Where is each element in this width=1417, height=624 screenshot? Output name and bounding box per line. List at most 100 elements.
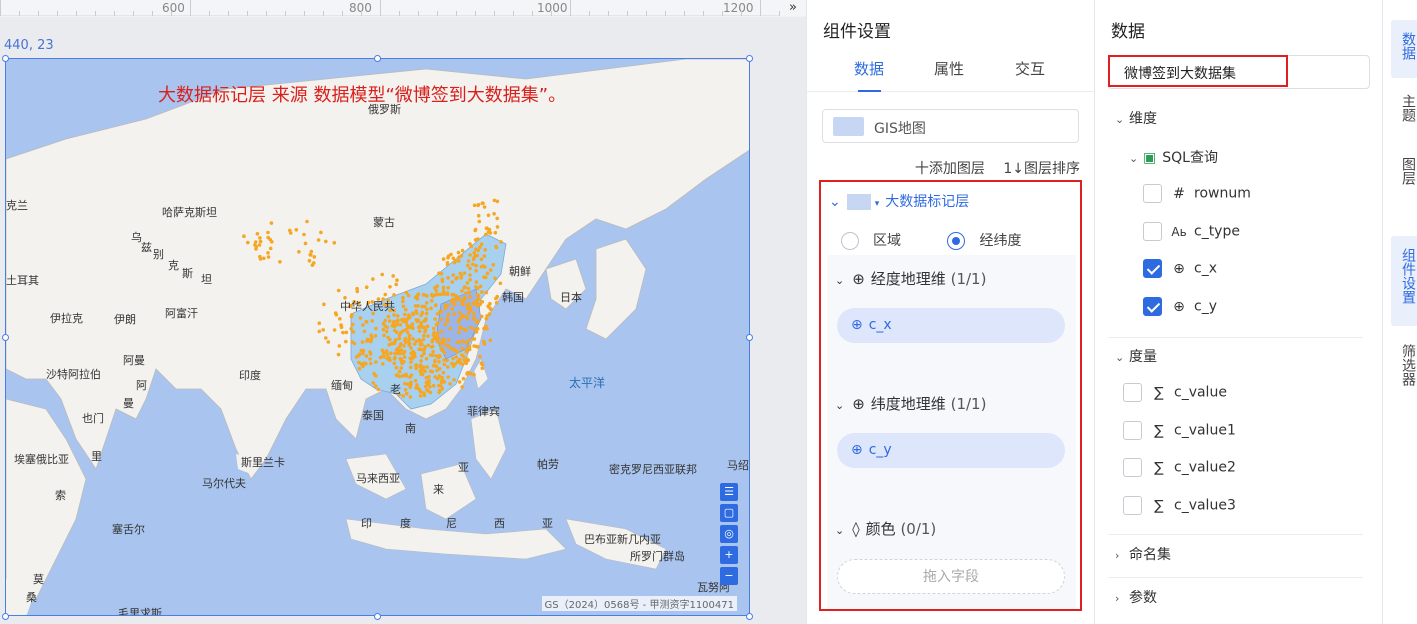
- tab-properties[interactable]: 属性: [934, 58, 964, 79]
- measure-field[interactable]: ∑ c_value1: [1123, 421, 1236, 440]
- resize-handle[interactable]: [746, 613, 753, 620]
- checkin-point: [432, 330, 436, 335]
- checkin-point: [384, 329, 389, 334]
- measure-field[interactable]: ∑ c_value3: [1123, 496, 1236, 515]
- checkin-point: [380, 272, 385, 277]
- measure-field[interactable]: ∑ c_value: [1123, 383, 1227, 402]
- measure-field[interactable]: ∑ c_value2: [1123, 458, 1236, 477]
- rail-filters[interactable]: 筛选器: [1391, 344, 1417, 408]
- checkin-point: [464, 291, 468, 295]
- locate-icon[interactable]: ◎: [720, 525, 738, 543]
- field-checkbox[interactable]: [1143, 259, 1162, 278]
- group-latitude[interactable]: ⌄ ⊕ 纬度地理维 (1/1): [835, 393, 986, 414]
- checkin-point: [395, 314, 400, 318]
- checkin-point: [416, 304, 420, 308]
- drop-field-zone[interactable]: 拖入字段: [837, 559, 1065, 594]
- dimension-section[interactable]: ⌄ 维度: [1115, 108, 1157, 128]
- rail-theme[interactable]: 主题: [1391, 94, 1417, 138]
- gis-map-thumbnail-icon: [833, 117, 864, 136]
- ruler-tick: [722, 11, 723, 16]
- map-label: 伊拉克: [50, 312, 83, 325]
- collapse-arrow-icon[interactable]: »: [780, 0, 806, 16]
- dimension-field-c-x[interactable]: ⊕ c_x: [1143, 259, 1217, 278]
- checkin-point: [456, 250, 461, 255]
- resize-handle[interactable]: [2, 334, 9, 341]
- checkin-point: [498, 281, 503, 286]
- checkin-point: [404, 320, 409, 325]
- checkin-point: [472, 203, 477, 208]
- zoom-out-icon[interactable]: −: [720, 567, 738, 585]
- checkin-point: [459, 326, 463, 331]
- field-name: c_x: [1194, 260, 1217, 277]
- checkin-point: [476, 248, 481, 253]
- checkin-point: [395, 319, 400, 323]
- map-label: 坦: [201, 273, 212, 286]
- ruler-tick: [285, 11, 286, 16]
- field-checkbox[interactable]: [1143, 184, 1162, 203]
- named-set-section[interactable]: › 命名集: [1115, 544, 1171, 564]
- field-checkbox[interactable]: [1143, 222, 1162, 241]
- dimension-field-c-type[interactable]: Aь c_type: [1143, 222, 1240, 241]
- map-label: 南: [405, 422, 416, 435]
- radio-region[interactable]: [841, 232, 859, 250]
- checkin-point: [447, 338, 451, 342]
- checkin-point: [401, 351, 406, 356]
- field-checkbox[interactable]: [1123, 458, 1142, 477]
- checkin-point: [488, 301, 492, 306]
- layer-config-box: ⌄ ▾ 大数据标记层 区域 经纬度 ⌄ ⊕ 经度地理维 (1/1) ⊕ c_x ⌄ ⊕ 纬度地…: [819, 180, 1082, 611]
- checkin-point: [351, 330, 356, 334]
- layer-header[interactable]: ⌄ ▾ 大数据标记层: [829, 191, 969, 211]
- select-box-icon[interactable]: ▢: [720, 504, 738, 522]
- checkin-point: [334, 312, 339, 317]
- zoom-in-icon[interactable]: +: [720, 546, 738, 564]
- checkin-point: [474, 268, 478, 273]
- field-pill-c-x[interactable]: ⊕ c_x: [837, 308, 1065, 343]
- checkin-point: [278, 260, 282, 264]
- rail-layers[interactable]: 图层: [1391, 157, 1417, 201]
- measure-section[interactable]: ⌄ 度量: [1115, 346, 1157, 366]
- resize-handle[interactable]: [374, 55, 381, 62]
- radio-latlng[interactable]: [947, 232, 966, 250]
- resize-handle[interactable]: [2, 55, 9, 62]
- dimension-field-c-y[interactable]: ⊕ c_y: [1143, 297, 1217, 316]
- checkin-point: [414, 366, 419, 371]
- checkin-point: [446, 286, 451, 290]
- group-longitude[interactable]: ⌄ ⊕ 经度地理维 (1/1): [835, 268, 986, 289]
- checkin-point: [471, 257, 476, 262]
- resize-handle[interactable]: [746, 55, 753, 62]
- sql-query-node[interactable]: ⌄ ▣ SQL查询: [1129, 147, 1218, 167]
- rail-data[interactable]: 数据: [1391, 20, 1417, 78]
- field-checkbox[interactable]: [1123, 421, 1142, 440]
- resize-handle[interactable]: [746, 334, 753, 341]
- params-section[interactable]: › 参数: [1115, 587, 1157, 607]
- field-checkbox[interactable]: [1123, 383, 1142, 402]
- checkin-point: [354, 355, 359, 359]
- map-label: 索: [55, 489, 66, 502]
- map-label: 中华人民共: [340, 300, 395, 313]
- field-checkbox[interactable]: [1123, 496, 1142, 515]
- resize-handle[interactable]: [2, 613, 9, 620]
- sort-layer-button[interactable]: 1↓图层排序: [1003, 161, 1080, 177]
- checkin-point: [408, 375, 412, 379]
- tab-data[interactable]: 数据: [854, 58, 884, 79]
- layer-list-icon[interactable]: ☰: [720, 483, 738, 501]
- checkin-point: [413, 295, 418, 300]
- resize-handle[interactable]: [374, 613, 381, 620]
- rail-component-settings[interactable]: 组件设置: [1391, 236, 1417, 326]
- tab-interaction[interactable]: 交互: [1015, 58, 1045, 79]
- checkin-point: [479, 257, 484, 262]
- checkin-point: [418, 394, 423, 398]
- checkin-point: [425, 307, 429, 312]
- component-type-select[interactable]: GIS地图: [822, 109, 1079, 143]
- checkin-point: [466, 259, 471, 263]
- divider: [1108, 337, 1363, 338]
- checkin-point: [474, 330, 479, 334]
- field-checkbox[interactable]: [1143, 297, 1162, 316]
- group-color[interactable]: ⌄ ◊ 颜色 (0/1): [835, 518, 936, 539]
- checkin-point: [368, 352, 373, 356]
- dimension-field-rownum[interactable]: # rownum: [1143, 184, 1251, 203]
- ruler-tick: [456, 11, 457, 16]
- field-pill-c-y[interactable]: ⊕ c_y: [837, 433, 1065, 468]
- gis-map-component[interactable]: 大数据标记层 来源 数据模型“微博签到大数据集”。 俄罗斯 哈萨克斯坦 蒙古 中…: [5, 58, 750, 616]
- add-layer-button[interactable]: 十添加图层: [915, 161, 985, 177]
